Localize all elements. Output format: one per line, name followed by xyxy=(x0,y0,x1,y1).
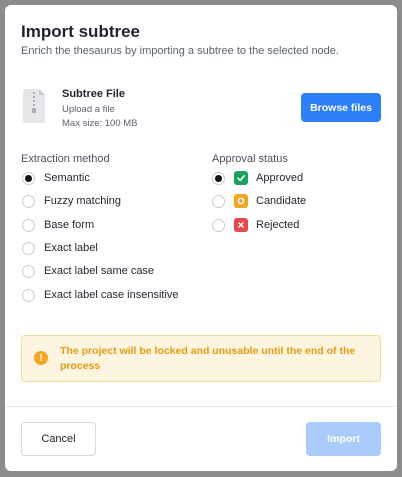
radio-button[interactable] xyxy=(212,171,225,185)
extraction-method-label: Extraction method xyxy=(21,153,110,165)
approval-option-approved[interactable]: Approved xyxy=(212,170,303,186)
option-label: Semantic xyxy=(44,172,90,184)
file-label: Subtree File xyxy=(62,88,125,100)
option-label: Rejected xyxy=(256,219,300,231)
option-label: Exact label case insensitive xyxy=(44,289,179,301)
warning-banner: ! The project will be locked and unusabl… xyxy=(21,335,381,382)
radio-button[interactable] xyxy=(22,194,35,208)
zip-file-icon xyxy=(23,89,45,123)
approval-option-candidate[interactable]: Candidate xyxy=(212,193,306,209)
warning-icon: ! xyxy=(34,351,48,365)
radio-button[interactable] xyxy=(212,194,225,208)
file-size-hint: Max size: 100 MB xyxy=(62,118,138,129)
warning-text: The project will be locked and unusable … xyxy=(60,345,356,372)
extraction-option-exact-label-same-case[interactable]: Exact label same case xyxy=(22,263,154,279)
radio-button[interactable] xyxy=(212,218,225,232)
radio-button[interactable] xyxy=(22,288,35,302)
approval-option-rejected[interactable]: Rejected xyxy=(212,217,299,233)
dialog-title: Import subtree xyxy=(21,22,141,41)
option-label: Base form xyxy=(44,219,95,231)
radio-button[interactable] xyxy=(22,171,35,185)
x-icon xyxy=(234,218,248,232)
circle-icon xyxy=(234,194,248,208)
file-upload-hint: Upload a file xyxy=(62,104,115,115)
import-button[interactable]: Import xyxy=(306,422,381,456)
extraction-option-fuzzy-matching[interactable]: Fuzzy matching xyxy=(22,193,121,209)
approval-status-label: Approval status xyxy=(212,153,288,165)
option-label: Exact label xyxy=(44,242,98,254)
radio-button[interactable] xyxy=(22,241,35,255)
dialog-subtitle: Enrich the thesaurus by importing a subt… xyxy=(21,45,339,57)
option-label: Fuzzy matching xyxy=(44,195,122,207)
extraction-option-exact-label-case-insensitive[interactable]: Exact label case insensitive xyxy=(22,287,179,303)
check-icon xyxy=(234,171,248,185)
radio-button[interactable] xyxy=(22,218,35,232)
extraction-option-semantic[interactable]: Semantic xyxy=(22,170,90,186)
cancel-button[interactable]: Cancel xyxy=(21,422,96,456)
footer-divider xyxy=(5,406,397,407)
browse-files-button[interactable]: Browse files xyxy=(301,93,381,122)
extraction-option-base-form[interactable]: Base form xyxy=(22,217,94,233)
import-subtree-dialog: Import subtree Enrich the thesaurus by i… xyxy=(5,5,397,471)
radio-button[interactable] xyxy=(22,264,35,278)
option-label: Exact label same case xyxy=(44,265,155,277)
option-label: Approved xyxy=(256,172,304,184)
extraction-option-exact-label[interactable]: Exact label xyxy=(22,240,98,256)
option-label: Candidate xyxy=(256,195,307,207)
